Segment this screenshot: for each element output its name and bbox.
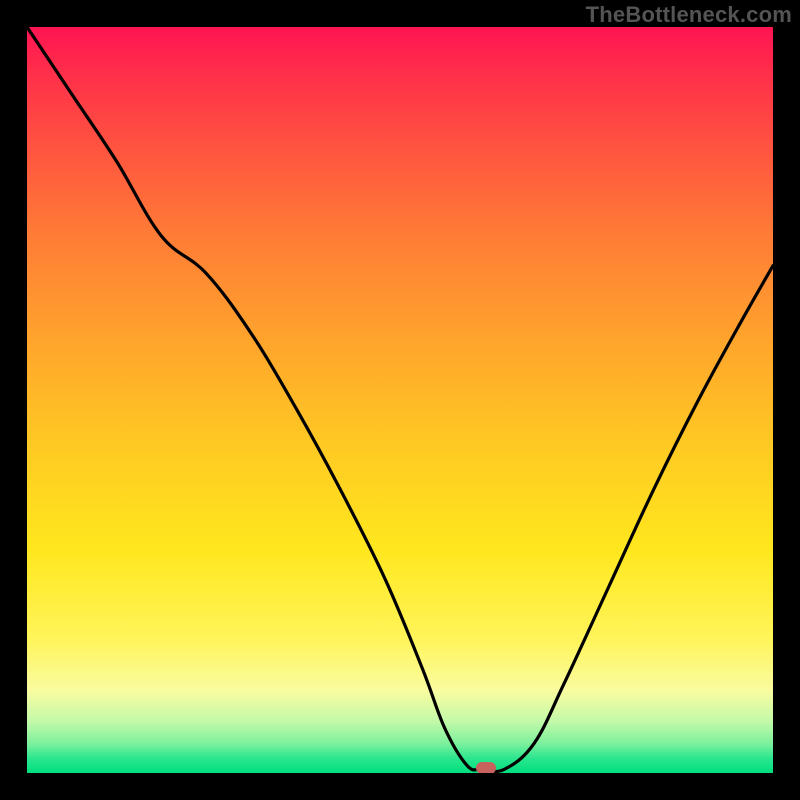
watermark-text: TheBottleneck.com bbox=[586, 2, 792, 28]
bottleneck-curve bbox=[27, 27, 773, 772]
chart-frame: TheBottleneck.com bbox=[0, 0, 800, 800]
curve-layer bbox=[27, 27, 773, 773]
plot-area bbox=[27, 27, 773, 773]
optimal-point-marker bbox=[476, 762, 496, 773]
